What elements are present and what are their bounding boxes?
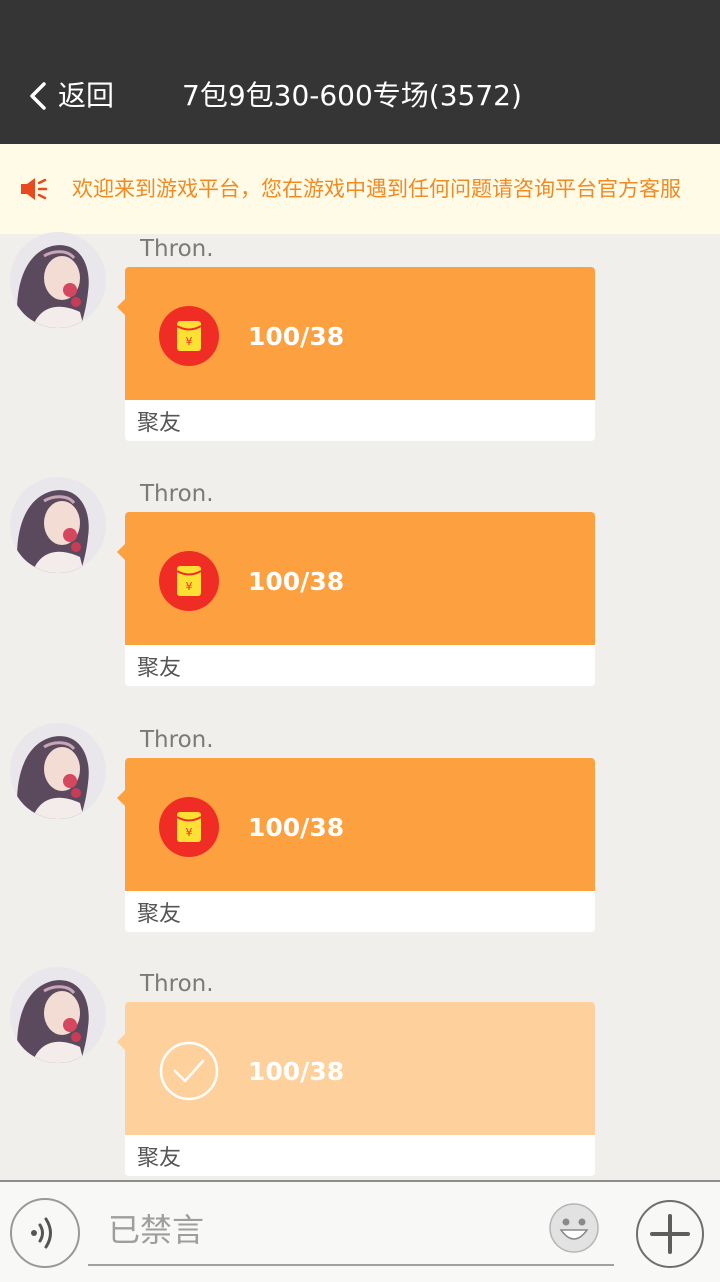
red-envelope-card[interactable]: ¥ 100/38 聚友	[117, 758, 595, 932]
bubble-tail	[117, 299, 125, 315]
envelope-amount: 100/38	[248, 813, 345, 842]
sender-name: Thron.	[140, 727, 214, 753]
speaker-icon	[21, 178, 48, 200]
chevron-left-icon	[30, 82, 46, 110]
envelope-source: 聚友	[137, 656, 182, 681]
chat-message: Thron. ¥ 100/38 聚友	[0, 232, 720, 442]
avatar[interactable]	[10, 477, 106, 573]
svg-text:¥: ¥	[186, 826, 193, 839]
plus-icon	[650, 1214, 690, 1254]
red-envelope-icon: ¥	[159, 797, 219, 857]
envelope-amount: 100/38	[248, 1057, 345, 1086]
svg-text:¥: ¥	[186, 335, 193, 348]
red-envelope-icon: ¥	[159, 306, 219, 366]
notice-bar: 欢迎来到游戏平台，您在游戏中遇到任何问题请咨询平台官方客服	[0, 144, 720, 234]
svg-text:¥: ¥	[186, 580, 193, 593]
envelope-source: 聚友	[137, 1146, 182, 1171]
plus-button[interactable]	[636, 1200, 704, 1268]
message-input[interactable]	[88, 1196, 614, 1266]
red-envelope-card[interactable]: ¥ 100/38 聚友	[117, 512, 595, 686]
red-envelope-card[interactable]: ¥ 100/38 聚友	[117, 267, 595, 441]
check-circle-icon	[159, 1041, 219, 1101]
envelope-body: ¥ 100/38	[125, 758, 595, 891]
back-button[interactable]: 返回	[26, 76, 114, 116]
envelope-source: 聚友	[137, 902, 182, 927]
smiley-icon	[549, 1203, 599, 1253]
avatar[interactable]	[10, 967, 106, 1063]
sender-name: Thron.	[140, 481, 214, 507]
avatar[interactable]	[10, 723, 106, 819]
avatar-image	[10, 477, 106, 573]
bubble-tail	[117, 544, 125, 560]
header: 返回 7包9包30-600专场(3572)	[0, 48, 720, 144]
envelope-source: 聚友	[137, 411, 182, 436]
chat-message: Thron. ¥ 100/38 聚友	[0, 477, 720, 687]
sender-name: Thron.	[140, 236, 214, 262]
chat-message: Thron. 100/38 聚友	[0, 967, 720, 1177]
avatar-image	[10, 967, 106, 1063]
envelope-body: ¥ 100/38	[125, 267, 595, 400]
emoji-button[interactable]	[548, 1202, 600, 1254]
voice-icon	[31, 1217, 52, 1249]
bubble-tail	[117, 1034, 125, 1050]
envelope-amount: 100/38	[248, 322, 345, 351]
avatar-image	[10, 232, 106, 328]
page-title: 7包9包30-600专场(3572)	[182, 79, 522, 112]
envelope-amount: 100/38	[248, 567, 345, 596]
envelope-body: 100/38	[125, 1002, 595, 1135]
notice-text: 欢迎来到游戏平台，您在游戏中遇到任何问题请咨询平台官方客服	[72, 177, 681, 201]
avatar[interactable]	[10, 232, 106, 328]
back-label: 返回	[58, 79, 115, 112]
red-envelope-card[interactable]: 100/38 聚友	[117, 1002, 595, 1176]
red-envelope-icon: ¥	[159, 551, 219, 611]
avatar-image	[10, 723, 106, 819]
sender-name: Thron.	[140, 971, 214, 997]
envelope-body: ¥ 100/38	[125, 512, 595, 645]
input-bar	[0, 1180, 720, 1282]
bubble-tail	[117, 790, 125, 806]
status-bar	[0, 0, 720, 48]
chat-message: Thron. ¥ 100/38 聚友	[0, 723, 720, 933]
voice-button[interactable]	[10, 1198, 80, 1268]
